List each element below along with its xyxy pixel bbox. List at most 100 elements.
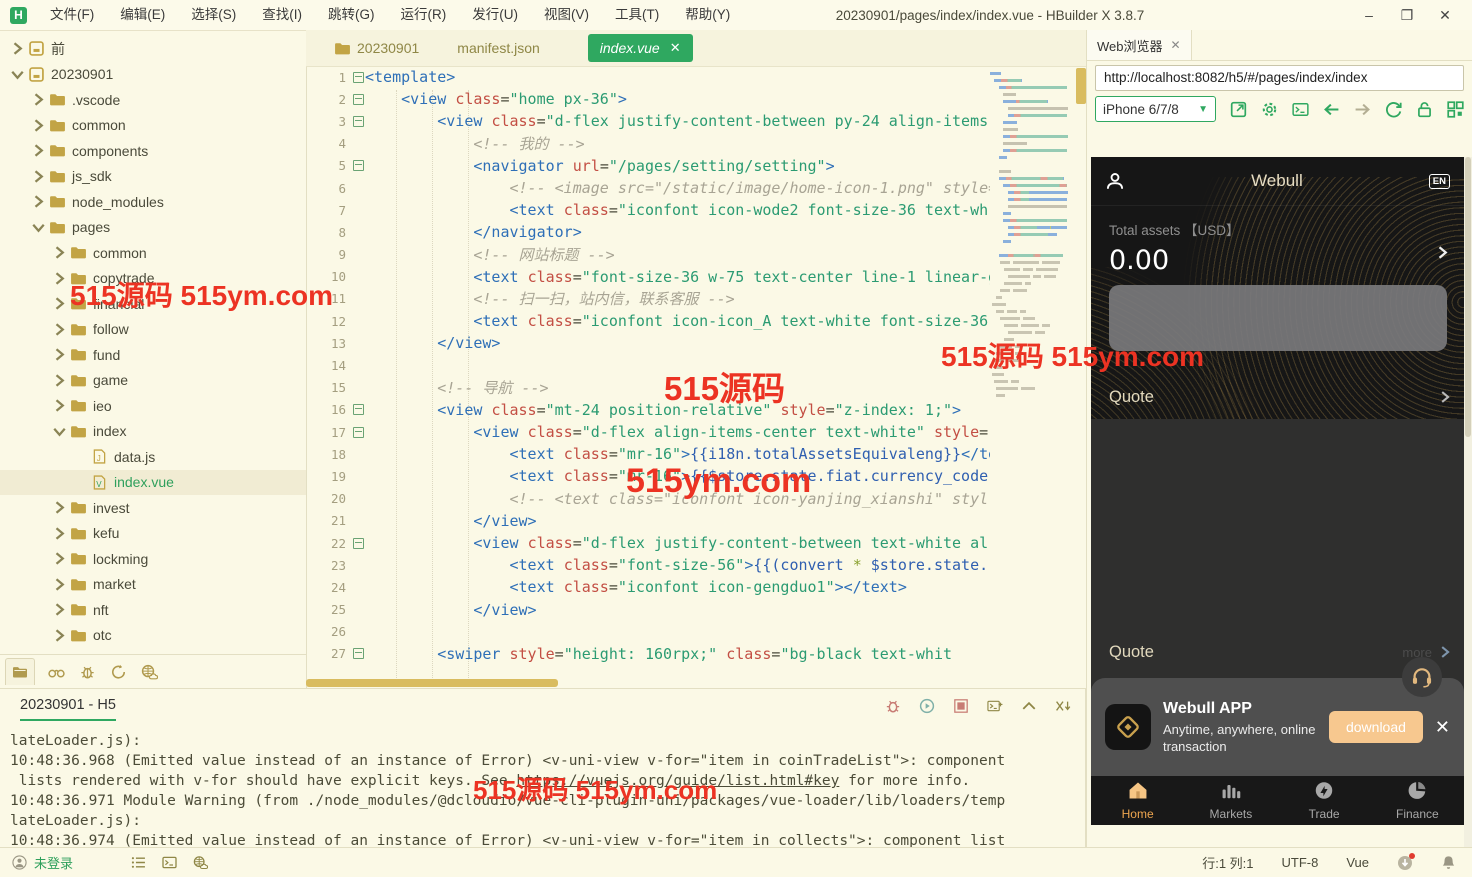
fold-marker-icon[interactable] — [351, 648, 365, 660]
tree-item-index.vue[interactable]: Vindex.vue — [0, 469, 306, 495]
tree-item-node_modules[interactable]: node_modules — [0, 189, 306, 215]
chevron-right-icon[interactable] — [52, 551, 67, 566]
chevron-right-icon[interactable] — [52, 577, 67, 592]
chevron-right-icon[interactable] — [73, 475, 88, 490]
chevron-right-icon[interactable] — [52, 296, 67, 311]
tree-item-otc[interactable]: otc — [0, 623, 306, 649]
console-tab[interactable]: 20230901 - H5 — [20, 697, 116, 721]
tree-item-nft[interactable]: nft — [0, 597, 306, 623]
encoding-label[interactable]: UTF-8 — [1282, 855, 1319, 870]
rerun-icon[interactable] — [919, 698, 935, 714]
customer-service-button[interactable] — [1402, 657, 1442, 697]
tree-item-ieo[interactable]: ieo — [0, 393, 306, 419]
open-external-icon[interactable] — [1230, 101, 1247, 118]
tree-item-game[interactable]: game — [0, 368, 306, 394]
tabbar-item-finance[interactable]: Finance — [1371, 776, 1464, 825]
browser-tab-close-icon[interactable]: ✕ — [1171, 38, 1181, 52]
collapse-icon[interactable] — [1021, 698, 1037, 714]
chevron-down-icon[interactable] — [10, 67, 25, 82]
maximize-button[interactable]: ❐ — [1388, 0, 1426, 30]
device-select[interactable]: iPhone 6/7/8 ▼ — [1095, 96, 1216, 122]
fold-marker-icon[interactable] — [351, 71, 365, 83]
filetype-label[interactable]: Vue — [1346, 855, 1369, 870]
tree-item-market[interactable]: market — [0, 572, 306, 598]
bug-icon[interactable] — [79, 664, 96, 680]
menu-item[interactable]: 帮助(Y) — [672, 7, 743, 22]
login-status[interactable]: 未登录 — [34, 853, 73, 872]
menu-item[interactable]: 发行(U) — [459, 7, 531, 22]
banner-placeholder[interactable] — [1109, 285, 1447, 351]
stop-icon[interactable] — [953, 698, 969, 714]
chevron-right-icon[interactable] — [52, 322, 67, 337]
tree-item-20230901[interactable]: 20230901 — [0, 62, 306, 88]
chevron-right-icon[interactable] — [52, 347, 67, 362]
tree-item-common[interactable]: common — [0, 113, 306, 139]
tree-item-fund[interactable]: fund — [0, 342, 306, 368]
files-icon[interactable] — [5, 658, 35, 685]
menu-item[interactable]: 工具(T) — [602, 7, 672, 22]
close-run-icon[interactable] — [1055, 698, 1071, 714]
chevron-right-icon[interactable] — [52, 245, 67, 260]
list-icon[interactable] — [131, 855, 146, 870]
menu-item[interactable]: 查找(I) — [249, 7, 315, 22]
tree-item-.vscode[interactable]: .vscode — [0, 87, 306, 113]
tree-item-kefu[interactable]: kefu — [0, 521, 306, 547]
back-icon[interactable] — [1323, 101, 1340, 118]
tree-item-components[interactable]: components — [0, 138, 306, 164]
chevron-right-icon[interactable] — [31, 169, 46, 184]
fold-marker-icon[interactable] — [351, 160, 365, 172]
debug-icon[interactable] — [885, 698, 901, 714]
update-download-icon[interactable] — [1397, 852, 1415, 871]
chevron-right-icon[interactable] — [52, 373, 67, 388]
chevron-right-icon[interactable] — [31, 194, 46, 209]
tree-item-financial[interactable]: financial — [0, 291, 306, 317]
chevron-right-icon[interactable] — [73, 449, 88, 464]
tree-item-invest[interactable]: invest — [0, 495, 306, 521]
quote-section-header[interactable]: Quote — [1109, 385, 1452, 409]
fold-marker-icon[interactable] — [351, 93, 365, 105]
chevron-right-icon[interactable] — [52, 500, 67, 515]
menu-item[interactable]: 编辑(E) — [107, 7, 178, 22]
editor-tab-index.vue[interactable]: index.vue ✕ — [587, 34, 693, 62]
chevron-right-icon[interactable] — [52, 628, 67, 643]
editor-tab-20230901[interactable]: 20230901 — [328, 30, 425, 66]
fold-marker-icon[interactable] — [351, 404, 365, 416]
minimap[interactable] — [990, 66, 1086, 678]
fold-marker-icon[interactable] — [351, 537, 365, 549]
tab-close-icon[interactable]: ✕ — [670, 40, 681, 56]
chevron-right-icon[interactable] — [31, 92, 46, 107]
menu-item[interactable]: 文件(F) — [37, 7, 107, 22]
close-button[interactable]: ✕ — [1426, 0, 1464, 30]
chevron-right-icon[interactable] — [52, 602, 67, 617]
browser-scrollbar[interactable] — [1464, 157, 1472, 848]
quote-section-header[interactable]: Quote more — [1109, 640, 1452, 664]
qrcode-icon[interactable] — [1447, 100, 1464, 118]
minimize-button[interactable]: – — [1350, 0, 1388, 30]
chevron-right-icon[interactable] — [52, 271, 67, 286]
bell-icon[interactable] — [1441, 855, 1456, 870]
tree-item-js_sdk[interactable]: js_sdk — [0, 164, 306, 190]
refresh-icon[interactable] — [1385, 101, 1402, 118]
tree-item-前[interactable]: 前 — [0, 36, 306, 62]
fold-marker-icon[interactable] — [351, 115, 365, 127]
chevron-right-icon[interactable] — [52, 526, 67, 541]
tabbar-item-markets[interactable]: Markets — [1184, 776, 1277, 825]
lock-icon[interactable] — [1416, 101, 1433, 118]
console-window-icon[interactable] — [1292, 101, 1309, 118]
tabbar-item-trade[interactable]: Trade — [1278, 776, 1371, 825]
binoculars-icon[interactable] — [48, 664, 65, 680]
tree-item-index[interactable]: index — [0, 419, 306, 445]
language-badge[interactable]: EN — [1428, 173, 1450, 189]
menu-item[interactable]: 视图(V) — [531, 7, 602, 22]
chevron-right-icon[interactable] — [31, 118, 46, 133]
editor-tab-manifest.json[interactable]: manifest.json — [451, 30, 545, 66]
menu-item[interactable]: 跳转(G) — [315, 7, 388, 22]
globe-cloud-icon[interactable] — [141, 664, 158, 680]
globe-cloud-icon[interactable] — [193, 855, 209, 870]
tree-item-common[interactable]: common — [0, 240, 306, 266]
editor-horizontal-scrollbar[interactable] — [306, 678, 990, 688]
user-icon[interactable] — [1105, 171, 1125, 191]
console-window-icon[interactable] — [162, 855, 177, 870]
fold-marker-icon[interactable] — [351, 426, 365, 438]
new-console-icon[interactable] — [987, 698, 1003, 714]
